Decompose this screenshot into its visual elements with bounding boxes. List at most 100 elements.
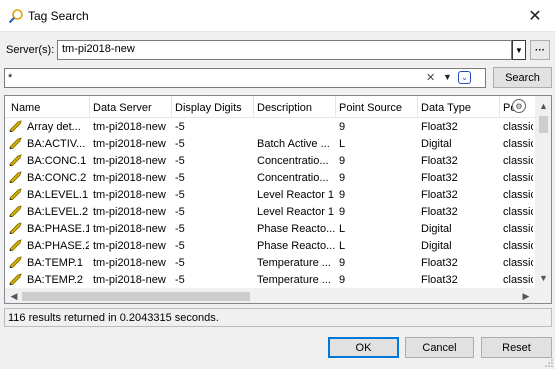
search-input[interactable]: * ✕ ▼ ⌄ <box>4 68 486 88</box>
table-cell: classic <box>503 274 533 286</box>
results-grid[interactable]: Name Data Server Display Digits Descript… <box>4 95 552 304</box>
table-cell: classic <box>503 155 533 167</box>
gear-icon[interactable]: ⚙ <box>512 99 526 113</box>
pencil-tag-icon <box>9 205 23 218</box>
close-button[interactable]: ✕ <box>515 0 555 32</box>
table-row[interactable]: BA:LEVEL.2 tm-pi2018-new -5 Level Reactor 1… <box>5 203 535 220</box>
column-divider[interactable] <box>417 96 418 118</box>
table-row[interactable]: Array det... tm-pi2018-new -5 9 Float32 class… <box>5 118 535 135</box>
table-cell: 9 <box>339 155 346 167</box>
table-cell: Batch Active ... <box>257 138 330 150</box>
cancel-button[interactable]: Cancel <box>405 337 474 358</box>
table-cell: classic <box>503 121 533 133</box>
column-header-name[interactable]: Name <box>11 102 89 114</box>
column-header-description[interactable]: Description <box>257 102 335 114</box>
table-cell: classic <box>503 138 533 150</box>
server-label: Server(s): <box>6 44 55 56</box>
table-cell: Digital <box>421 223 452 235</box>
column-header-point-source[interactable]: Point Source <box>339 102 417 114</box>
table-cell: Float32 <box>421 155 458 167</box>
grid-rows: Array det... tm-pi2018-new -5 9 Float32 class… <box>5 118 535 288</box>
table-cell: classic <box>503 223 533 235</box>
search-history-dropdown-icon[interactable]: ▼ <box>443 72 452 82</box>
table-cell: Temperature ... <box>257 257 331 269</box>
table-cell: 9 <box>339 189 346 201</box>
table-cell: BA:TEMP.1 <box>27 257 84 269</box>
table-cell: Float32 <box>421 121 458 133</box>
column-divider[interactable] <box>499 96 500 118</box>
table-cell: BA:TEMP.2 <box>27 274 84 286</box>
table-cell: Float32 <box>421 257 458 269</box>
horizontal-scroll-thumb[interactable] <box>22 292 250 301</box>
scroll-down-icon[interactable]: ▼ <box>535 270 551 286</box>
table-cell: classic <box>503 240 533 252</box>
table-row[interactable]: BA:ACTIV... tm-pi2018-new -5 Batch Active .… <box>5 135 535 152</box>
table-cell: BA:PHASE.1 <box>27 223 89 235</box>
clear-icon[interactable]: ✕ <box>426 71 435 84</box>
pencil-tag-icon <box>9 256 23 269</box>
table-cell: Phase Reacto... <box>257 223 335 235</box>
table-cell: 9 <box>339 121 346 133</box>
scroll-left-icon[interactable]: ◀ <box>7 288 21 303</box>
table-cell: tm-pi2018-new <box>93 172 166 184</box>
table-cell: Float32 <box>421 206 458 218</box>
scroll-right-icon[interactable]: ▶ <box>519 288 533 303</box>
table-cell: Level Reactor 1 <box>257 206 335 218</box>
vertical-scroll-thumb[interactable] <box>539 116 548 133</box>
server-dropdown-button[interactable]: ▼ <box>512 40 526 60</box>
pencil-tag-icon <box>9 188 23 201</box>
column-header-data-server[interactable]: Data Server <box>93 102 171 114</box>
table-row[interactable]: BA:CONC.2 tm-pi2018-new -5 Concentratio... 9… <box>5 169 535 186</box>
search-options-icon[interactable]: ⌄ <box>458 71 471 84</box>
pencil-tag-icon <box>9 222 23 235</box>
column-header-display-digits[interactable]: Display Digits <box>175 102 253 114</box>
table-cell: tm-pi2018-new <box>93 240 166 252</box>
table-cell: -5 <box>175 121 185 133</box>
table-cell: BA:LEVEL.1 <box>27 189 89 201</box>
column-divider[interactable] <box>171 96 172 118</box>
table-row[interactable]: BA:LEVEL.1 tm-pi2018-new -5 Level Reactor 1… <box>5 186 535 203</box>
server-field[interactable]: tm-pi2018-new <box>57 40 512 60</box>
vertical-scrollbar[interactable]: ▲ ▼ <box>535 96 551 288</box>
column-divider[interactable] <box>335 96 336 118</box>
table-cell: 9 <box>339 206 346 218</box>
table-cell: BA:ACTIV... <box>27 138 86 150</box>
pencil-tag-icon <box>9 239 23 252</box>
table-cell: tm-pi2018-new <box>93 138 166 150</box>
search-query: * <box>8 72 13 84</box>
table-cell: Level Reactor 1 <box>257 189 335 201</box>
table-cell: tm-pi2018-new <box>93 206 166 218</box>
scroll-up-icon[interactable]: ▲ <box>535 98 551 114</box>
status-bar: 116 results returned in 0.2043315 second… <box>4 308 552 327</box>
table-cell: -5 <box>175 223 185 235</box>
pencil-tag-icon <box>9 120 23 133</box>
title-bar: Tag Search ✕ <box>0 0 555 32</box>
table-row[interactable]: BA:TEMP.2 tm-pi2018-new -5 Temperature ... 9… <box>5 271 535 288</box>
table-row[interactable]: BA:PHASE.1 tm-pi2018-new -5 Phase Reacto...… <box>5 220 535 237</box>
table-cell: tm-pi2018-new <box>93 223 166 235</box>
table-cell: -5 <box>175 155 185 167</box>
reset-button[interactable]: Reset <box>481 337 552 358</box>
column-header-data-type[interactable]: Data Type <box>421 102 499 114</box>
column-divider[interactable] <box>89 96 90 118</box>
horizontal-scrollbar[interactable]: ◀ ▶ <box>5 288 535 303</box>
table-cell: 9 <box>339 172 346 184</box>
table-row[interactable]: BA:CONC.1 tm-pi2018-new -5 Concentratio... 9… <box>5 152 535 169</box>
table-row[interactable]: BA:PHASE.2 tm-pi2018-new -5 Phase Reacto...… <box>5 237 535 254</box>
pencil-tag-icon <box>9 273 23 286</box>
scrollbar-corner <box>535 288 551 303</box>
table-cell: BA:CONC.2 <box>27 172 87 184</box>
column-divider[interactable] <box>253 96 254 118</box>
resize-grip-icon[interactable] <box>545 359 553 367</box>
table-row[interactable]: BA:TEMP.1 tm-pi2018-new -5 Temperature ... 9… <box>5 254 535 271</box>
pencil-tag-icon <box>9 137 23 150</box>
table-cell: Temperature ... <box>257 274 331 286</box>
ellipsis-icon: ··· <box>535 44 545 56</box>
search-button[interactable]: Search <box>493 67 552 88</box>
server-browse-button[interactable]: ··· <box>530 40 550 60</box>
ok-button[interactable]: OK <box>328 337 399 358</box>
table-cell: Digital <box>421 240 452 252</box>
table-cell: classic <box>503 172 533 184</box>
search-magnifier-icon <box>8 9 23 24</box>
table-cell: Float32 <box>421 189 458 201</box>
